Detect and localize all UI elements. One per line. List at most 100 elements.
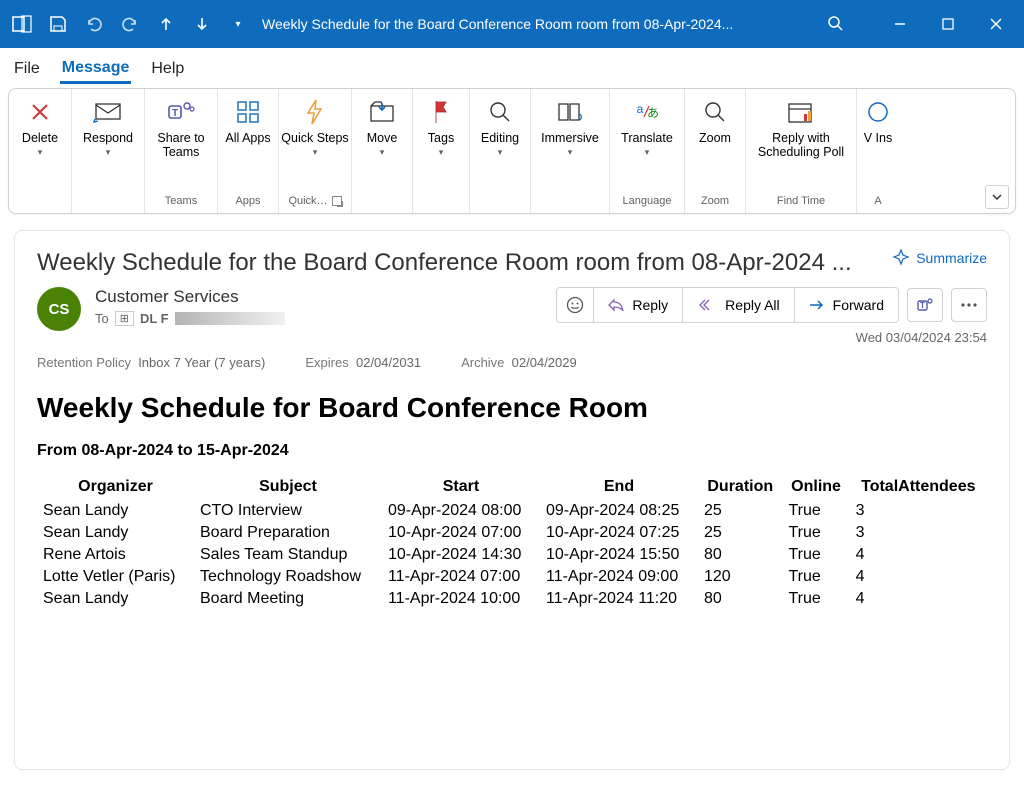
group-delete: Delete: [9, 89, 72, 213]
delete-button[interactable]: Delete: [9, 89, 71, 189]
table-cell: CTO Interview: [194, 500, 382, 522]
translate-button[interactable]: aあ Translate: [610, 89, 684, 189]
respond-button[interactable]: Respond: [72, 89, 144, 189]
arrow-up-icon[interactable]: [152, 10, 180, 38]
message-actions: Reply Reply All Forward T: [556, 287, 987, 323]
retention-value: Inbox 7 Year (7 years): [138, 355, 265, 370]
expires-value: 02/04/2031: [356, 355, 421, 370]
apps-grid-icon: [232, 97, 264, 127]
schedule-table: OrganizerSubjectStartEndDurationOnlineTo…: [37, 474, 987, 610]
insights-icon: [862, 97, 894, 127]
group-addins: V Ins A: [857, 89, 899, 213]
group-teams: T Share to Teams Teams: [145, 89, 218, 213]
viva-insights-button[interactable]: V Ins: [857, 89, 899, 189]
forward-button[interactable]: Forward: [794, 288, 898, 322]
to-row: To ⊞ DL F: [95, 311, 556, 326]
outlook-icon[interactable]: [8, 10, 36, 38]
teams-icon: T: [165, 97, 197, 127]
group-label-apps: Apps: [218, 189, 278, 213]
table-cell: Sales Team Standup: [194, 544, 382, 566]
body-subheading: From 08-Apr-2024 to 15-Apr-2024: [37, 442, 987, 460]
close-button[interactable]: [976, 10, 1016, 38]
table-cell: 10-Apr-2024 07:25: [540, 522, 698, 544]
retention-label: Retention Policy: [37, 355, 131, 370]
group-label-language: Language: [610, 189, 684, 213]
ribbon-collapse-button[interactable]: [985, 185, 1009, 209]
maximize-button[interactable]: [928, 10, 968, 38]
table-cell: 10-Apr-2024 07:00: [382, 522, 540, 544]
group-label-zoom: Zoom: [685, 189, 745, 213]
save-icon[interactable]: [44, 10, 72, 38]
table-cell: 4: [850, 544, 987, 566]
minimize-button[interactable]: [880, 10, 920, 38]
group-label-findtime: Find Time: [746, 189, 856, 213]
reply-button[interactable]: Reply: [593, 288, 682, 322]
table-cell: 25: [698, 522, 783, 544]
qat-customize-icon[interactable]: ▾: [224, 10, 252, 38]
search-icon[interactable]: [822, 10, 850, 38]
table-cell: 10-Apr-2024 14:30: [382, 544, 540, 566]
sparkle-icon: [892, 249, 910, 267]
title-bar: ▾ Weekly Schedule for the Board Conferen…: [0, 0, 1024, 48]
reply-all-button[interactable]: Reply All: [682, 288, 793, 322]
table-row: Rene ArtoisSales Team Standup10-Apr-2024…: [37, 544, 987, 566]
group-label-quick: Quick…: [279, 189, 351, 213]
translate-icon: aあ: [631, 97, 663, 127]
table-cell: Sean Landy: [37, 588, 194, 610]
envelope-reply-icon: [92, 97, 124, 127]
reply-scheduling-poll-button[interactable]: Reply with Scheduling Poll: [746, 89, 856, 189]
reply-all-icon: [697, 298, 717, 312]
tab-message[interactable]: Message: [60, 53, 132, 84]
to-label: To: [95, 311, 109, 326]
table-cell: 11-Apr-2024 07:00: [382, 566, 540, 588]
share-to-teams-button[interactable]: T Share to Teams: [145, 89, 217, 189]
table-cell: True: [783, 522, 850, 544]
tab-file[interactable]: File: [12, 54, 42, 82]
sender-name: Customer Services: [95, 287, 556, 307]
table-cell: Sean Landy: [37, 522, 194, 544]
group-zoom: Zoom Zoom: [685, 89, 746, 213]
table-cell: True: [783, 588, 850, 610]
group-respond: Respond: [72, 89, 145, 213]
tags-button[interactable]: Tags: [413, 89, 469, 189]
expand-recipients-icon[interactable]: ⊞: [115, 311, 134, 326]
lightning-icon: [299, 97, 331, 127]
expires-label: Expires: [305, 355, 348, 370]
table-cell: Sean Landy: [37, 500, 194, 522]
react-button[interactable]: [557, 288, 593, 322]
message-timestamp: Wed 03/04/2024 23:54: [95, 330, 987, 345]
group-quicksteps: Quick Steps Quick…: [279, 89, 352, 213]
table-cell: Board Meeting: [194, 588, 382, 610]
table-cell: 11-Apr-2024 10:00: [382, 588, 540, 610]
quick-steps-button[interactable]: Quick Steps: [279, 89, 351, 189]
table-header: Start: [382, 474, 540, 500]
table-row: Sean LandyCTO Interview09-Apr-2024 08:00…: [37, 500, 987, 522]
group-findtime: Reply with Scheduling Poll Find Time: [746, 89, 857, 213]
table-cell: 80: [698, 544, 783, 566]
move-button[interactable]: Move: [352, 89, 412, 189]
redo-icon[interactable]: [116, 10, 144, 38]
svg-text:T: T: [172, 108, 178, 119]
more-actions-button[interactable]: [951, 288, 987, 322]
dialog-launcher-icon[interactable]: [332, 196, 342, 206]
message-subject: Weekly Schedule for the Board Conference…: [37, 249, 878, 277]
editing-button[interactable]: Editing: [470, 89, 530, 189]
svg-text:あ: あ: [647, 106, 659, 120]
summarize-button[interactable]: Summarize: [892, 249, 987, 267]
window-controls: [880, 10, 1016, 38]
tab-help[interactable]: Help: [149, 54, 186, 82]
to-recipient: DL F: [140, 311, 169, 326]
immersive-button[interactable]: Immersive: [531, 89, 609, 189]
teams-share-icon-button[interactable]: T: [907, 288, 943, 322]
sender-avatar[interactable]: CS: [37, 287, 81, 331]
table-cell: 25: [698, 500, 783, 522]
svg-text:T: T: [920, 301, 925, 310]
table-cell: 4: [850, 566, 987, 588]
zoom-button[interactable]: Zoom: [685, 89, 745, 189]
reading-pane: Weekly Schedule for the Board Conference…: [14, 230, 1010, 770]
undo-icon[interactable]: [80, 10, 108, 38]
redacted-recipient: [175, 312, 285, 325]
all-apps-button[interactable]: All Apps: [218, 89, 278, 189]
table-cell: 4: [850, 588, 987, 610]
arrow-down-icon[interactable]: [188, 10, 216, 38]
